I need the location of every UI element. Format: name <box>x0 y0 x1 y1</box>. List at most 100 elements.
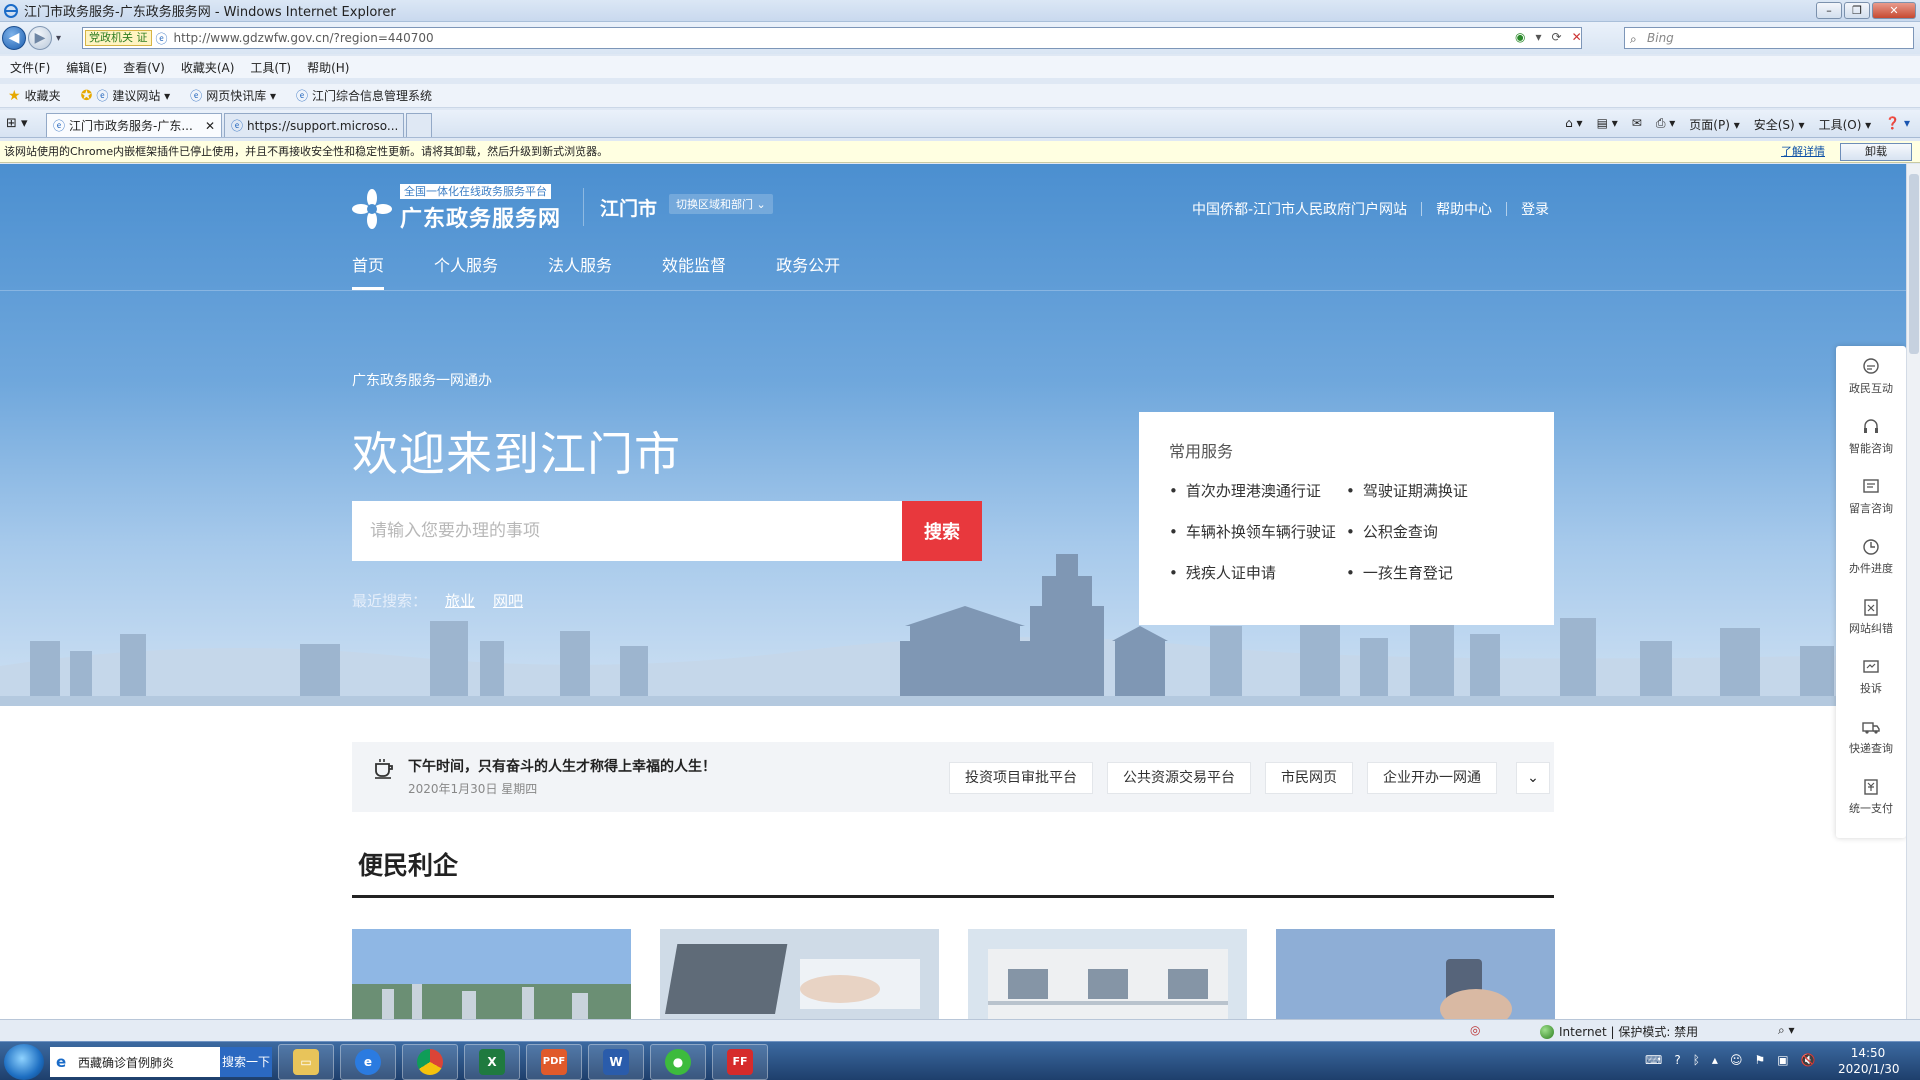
side-message-consult[interactable]: 留言咨询 <box>1836 466 1906 526</box>
print-icon[interactable]: ⎙ ▾ <box>1656 116 1675 133</box>
bluetooth-icon[interactable]: ᛒ <box>1693 1053 1700 1067</box>
page-menu[interactable]: 页面(P) ▾ <box>1689 116 1739 133</box>
home-icon[interactable]: ⌂ ▾ <box>1565 116 1582 133</box>
back-button[interactable]: ◀ <box>2 26 26 50</box>
network-icon[interactable]: ▣ <box>1777 1053 1788 1067</box>
nav-supervision[interactable]: 效能监督 <box>662 252 726 276</box>
nav-home[interactable]: 首页 <box>352 252 385 290</box>
volume-icon[interactable]: 🔇 <box>1801 1053 1816 1067</box>
link-investment-approval[interactable]: 投资项目审批平台 <box>949 762 1093 794</box>
common-service-item[interactable]: 车辆补换领车辆行驶证 <box>1169 521 1346 542</box>
close-tab-icon[interactable]: ✕ <box>205 119 215 133</box>
fav-web-slice[interactable]: ⓔ 网页快讯库 ▾ <box>190 87 276 104</box>
menu-tools[interactable]: 工具(T) <box>250 59 291 76</box>
link-citizen-page[interactable]: 市民网页 <box>1265 762 1353 794</box>
menu-view[interactable]: 查看(V) <box>123 59 165 76</box>
taskbar-search-button[interactable]: 搜索一下 <box>220 1047 272 1077</box>
feeds-icon[interactable]: ▤ ▾ <box>1597 116 1618 133</box>
link-business-startup[interactable]: 企业开办一网通 <box>1367 762 1497 794</box>
tab-microsoft-support[interactable]: ⓔ https://support.microso... <box>224 113 404 137</box>
tools-menu[interactable]: 工具(O) ▾ <box>1819 116 1872 133</box>
foxit-app[interactable]: FF <box>712 1044 768 1080</box>
chrome-app[interactable] <box>402 1044 458 1080</box>
uninstall-button[interactable]: 卸载 <box>1840 143 1912 161</box>
close-window-button[interactable]: ✕ <box>1872 2 1916 19</box>
safety-menu[interactable]: 安全(S) ▾ <box>1754 116 1805 133</box>
service-search-button[interactable]: 搜索 <box>902 501 982 561</box>
card-city-photo[interactable] <box>352 929 631 1019</box>
menu-favorites[interactable]: 收藏夹(A) <box>181 59 235 76</box>
common-service-item[interactable]: 驾驶证期满换证 <box>1346 480 1526 501</box>
address-field[interactable]: 党政机关 证 ⓔ http://www.gdzwfw.gov.cn/?regio… <box>82 27 1582 49</box>
compat-icon[interactable]: ◉ <box>1515 30 1525 44</box>
favorites-button[interactable]: ★ 收藏夹 <box>8 87 61 104</box>
portal-link[interactable]: 中国侨都-江门市人民政府门户网站 <box>1192 199 1407 219</box>
tray-expand-icon[interactable]: ▴ <box>1712 1053 1718 1067</box>
common-service-item[interactable]: 首次办理港澳通行证 <box>1169 480 1346 501</box>
minimize-button[interactable]: – <box>1816 2 1842 19</box>
fav-suggested-sites[interactable]: ✪ ⓔ 建议网站 ▾ <box>81 87 171 104</box>
recent-item-wangba[interactable]: 网吧 <box>493 590 523 611</box>
tab-jiangmen[interactable]: ⓔ 江门市政务服务-广东... ✕ <box>46 113 222 137</box>
start-button[interactable] <box>4 1044 44 1080</box>
card-laptop-photo[interactable] <box>660 929 939 1019</box>
side-complaint[interactable]: 投诉 <box>1836 646 1906 706</box>
pdf-app[interactable]: PDF <box>526 1044 582 1080</box>
explorer-app[interactable]: ▭ <box>278 1044 334 1080</box>
help-icon[interactable]: ? <box>1674 1053 1680 1067</box>
menu-help[interactable]: 帮助(H) <box>307 59 349 76</box>
side-payment[interactable]: 统一支付 <box>1836 766 1906 826</box>
privacy-icon[interactable]: ◎ <box>1470 1023 1480 1037</box>
mail-icon[interactable]: ✉ <box>1632 116 1642 133</box>
side-interaction[interactable]: 政民互动 <box>1836 346 1906 406</box>
side-express[interactable]: 快递查询 <box>1836 706 1906 766</box>
common-service-item[interactable]: 公积金查询 <box>1346 521 1526 542</box>
taskbar-search[interactable]: e 西藏确诊首例肺炎 <box>50 1047 220 1077</box>
nav-corporate[interactable]: 法人服务 <box>548 252 612 276</box>
word-app[interactable]: W <box>588 1044 644 1080</box>
site-logo[interactable]: 全国一体化在线政务服务平台 广东政务服务网 <box>352 184 561 233</box>
fav-jiangmen-system[interactable]: ⓔ 江门综合信息管理系统 <box>296 87 432 104</box>
page-scrollbar[interactable] <box>1906 164 1920 1019</box>
wechat-app[interactable]: ● <box>650 1044 706 1080</box>
help-icon[interactable]: ❓ ▾ <box>1885 116 1910 133</box>
address-dropdown-icon[interactable]: ▾ <box>1535 30 1541 44</box>
common-service-item[interactable]: 残疾人证申请 <box>1169 562 1346 583</box>
excel-app[interactable]: X <box>464 1044 520 1080</box>
side-smart-consult[interactable]: 智能咨询 <box>1836 406 1906 466</box>
nav-open-affairs[interactable]: 政务公开 <box>776 252 840 276</box>
common-service-item[interactable]: 一孩生育登记 <box>1346 562 1526 583</box>
forward-button[interactable]: ▶ <box>28 26 52 50</box>
user-icon[interactable]: ☺ <box>1730 1053 1743 1067</box>
history-dropdown-icon[interactable]: ▾ <box>56 33 61 44</box>
scroll-thumb[interactable] <box>1909 174 1919 354</box>
quick-tabs-icon[interactable]: ⊞ ▾ <box>6 116 28 131</box>
login-link[interactable]: 登录 <box>1521 199 1549 219</box>
keyboard-icon[interactable]: ⌨ <box>1645 1053 1662 1067</box>
taskbar-clock[interactable]: 14:50 2020/1/30 <box>1838 1045 1900 1077</box>
new-tab-button[interactable] <box>406 113 432 137</box>
card-building-photo[interactable] <box>968 929 1247 1019</box>
menu-file[interactable]: 文件(F) <box>10 59 50 76</box>
security-zone[interactable]: Internet | 保护模式: 禁用 <box>1540 1023 1698 1040</box>
help-center-link[interactable]: 帮助中心 <box>1436 199 1492 219</box>
learn-more-link[interactable]: 了解详情 <box>1781 141 1825 163</box>
stop-icon[interactable]: ✕ <box>1572 30 1582 44</box>
side-error-report[interactable]: 网站纠错 <box>1836 586 1906 646</box>
flag-icon[interactable]: ⚑ <box>1754 1053 1765 1067</box>
switch-region-button[interactable]: 切换区域和部门 ⌄ <box>669 194 773 214</box>
ie-app[interactable]: e <box>340 1044 396 1080</box>
link-public-resource-trading[interactable]: 公共资源交易平台 <box>1107 762 1251 794</box>
side-progress[interactable]: 办件进度 <box>1836 526 1906 586</box>
service-search-input[interactable] <box>352 501 902 561</box>
recent-item-lvye[interactable]: 旅业 <box>445 590 475 611</box>
refresh-icon[interactable]: ⟳ <box>1552 30 1562 44</box>
zoom-icon[interactable]: ⌕ ▾ <box>1778 1023 1795 1038</box>
maximize-button[interactable]: ❐ <box>1844 2 1870 19</box>
card-phone-photo[interactable] <box>1276 929 1555 1019</box>
menu-edit[interactable]: 编辑(E) <box>66 59 107 76</box>
nav-personal[interactable]: 个人服务 <box>434 252 498 276</box>
common-services-panel: 常用服务 首次办理港澳通行证 驾驶证期满换证 车辆补换领车辆行驶证 公积金查询 … <box>1139 412 1554 625</box>
chevron-down-icon[interactable]: ⌄ <box>1516 762 1550 794</box>
bing-search-input[interactable]: ⌕ Bing <box>1624 27 1914 49</box>
